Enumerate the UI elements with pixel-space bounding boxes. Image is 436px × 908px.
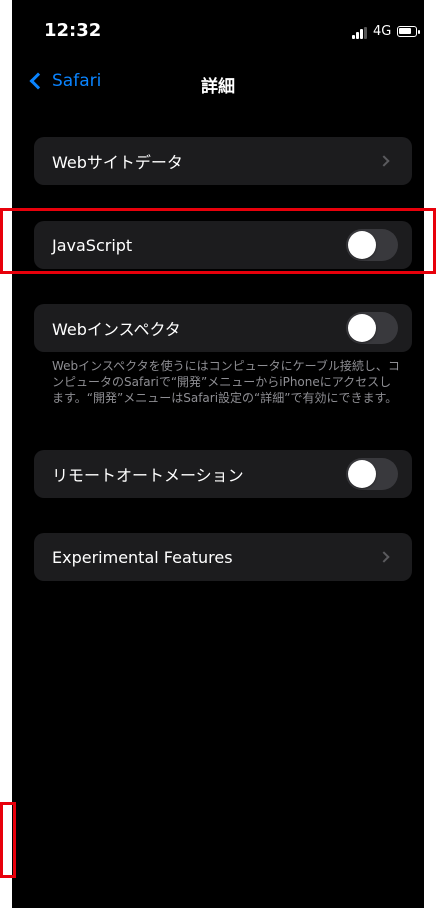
row-website-data-label: Webサイトデータ bbox=[52, 153, 183, 172]
web-inspector-footnote: Webインスペクタを使うにはコンピュータにケーブル接続し、コンピュータのSafa… bbox=[52, 359, 400, 405]
navigation-bar: Safari 詳細 bbox=[12, 60, 424, 104]
row-experimental-features[interactable]: Experimental Features bbox=[34, 533, 412, 581]
phone-screen: 12:32 4G Safari 詳細 Webサイトデータ JavaScript … bbox=[12, 0, 424, 908]
highlight-box-javascript bbox=[0, 208, 436, 274]
row-website-data[interactable]: Webサイトデータ bbox=[34, 137, 412, 185]
highlight-box-bottom-left bbox=[0, 802, 16, 878]
web-inspector-toggle[interactable] bbox=[346, 312, 398, 344]
status-time: 12:32 bbox=[44, 20, 102, 41]
battery-icon bbox=[397, 26, 420, 37]
chevron-right-icon bbox=[378, 551, 390, 563]
row-web-inspector: Webインスペクタ bbox=[34, 304, 412, 352]
remote-automation-toggle[interactable] bbox=[346, 458, 398, 490]
row-web-inspector-label: Webインスペクタ bbox=[52, 320, 181, 339]
row-remote-automation: リモートオートメーション bbox=[34, 450, 412, 498]
signal-icon bbox=[352, 27, 370, 39]
status-bar: 12:32 4G bbox=[12, 0, 424, 60]
chevron-right-icon bbox=[378, 155, 390, 167]
network-type: 4G bbox=[373, 24, 392, 39]
page-title: 詳細 bbox=[201, 77, 235, 97]
row-experimental-features-label: Experimental Features bbox=[52, 547, 233, 567]
row-remote-automation-label: リモートオートメーション bbox=[52, 466, 244, 485]
